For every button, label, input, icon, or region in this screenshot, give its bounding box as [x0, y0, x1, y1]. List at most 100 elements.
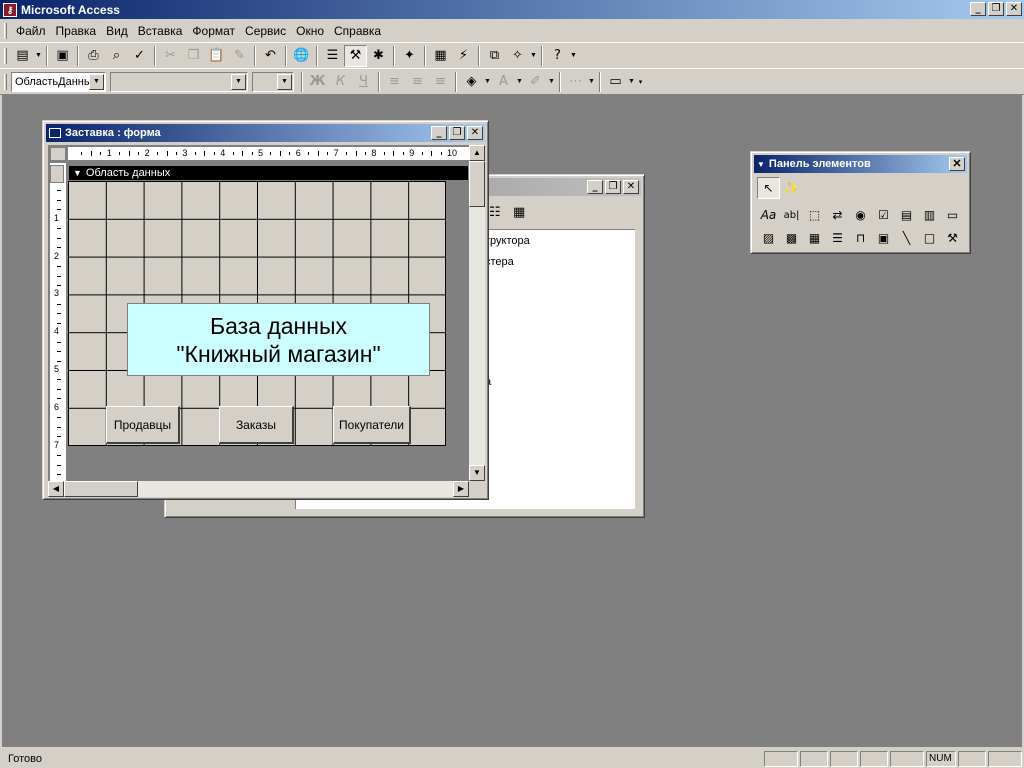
menu-insert[interactable]: Вставка [133, 24, 188, 38]
chevron-down-icon[interactable]: ▼ [89, 73, 104, 90]
autoformat-icon[interactable]: ✱ [367, 45, 390, 67]
option-group-icon[interactable]: ⬚ [803, 204, 826, 226]
special-effect-icon[interactable]: ▭ [604, 71, 627, 93]
help-icon[interactable]: ? [546, 45, 569, 67]
toolbar-options-icon[interactable]: ▾ [636, 78, 645, 86]
scroll-right-icon[interactable]: ▶ [453, 481, 469, 497]
database-window-icon[interactable]: ⧉ [483, 45, 506, 67]
copy-icon[interactable]: ❐ [182, 45, 205, 67]
details-view-icon[interactable]: ▦ [513, 205, 525, 220]
form-close-button[interactable]: ✕ [467, 126, 483, 140]
access-key-icon[interactable]: ⚷ [3, 2, 17, 17]
scroll-down-icon[interactable]: ▼ [469, 465, 485, 481]
object-combo[interactable]: ОбластьДанны ▼ [11, 71, 106, 92]
db-close-button[interactable]: ✕ [623, 180, 639, 194]
textbox-tool-icon[interactable]: ab| [780, 204, 803, 226]
option-button-icon[interactable]: ◉ [849, 204, 872, 226]
toolbar-grip[interactable] [4, 47, 7, 64]
form-design-window[interactable]: Заставка : форма _ ❐ ✕ 1 2 3 4 5 6 7 8 9 10 1 2 3 4 5… [42, 120, 489, 500]
scroll-up-icon[interactable]: ▲ [469, 145, 485, 161]
db-minimize-button[interactable]: _ [587, 180, 603, 194]
vertical-scroll-thumb[interactable] [469, 161, 485, 207]
spelling-icon[interactable]: ✓ [128, 45, 151, 67]
section-selector[interactable] [50, 165, 64, 183]
fill-color-dropdown-icon[interactable]: ▼ [483, 78, 492, 85]
form-minimize-button[interactable]: _ [431, 126, 447, 140]
vertical-scrollbar[interactable]: ▲ ▼ [469, 145, 485, 481]
field-list-icon[interactable]: ☰ [321, 45, 344, 67]
bound-object-icon[interactable]: ▦ [803, 227, 826, 249]
print-preview-icon[interactable]: ⌕ [105, 45, 128, 67]
customers-button[interactable]: Покупатели [333, 406, 411, 444]
subform-icon[interactable]: ▣ [872, 227, 895, 249]
tab-control-icon[interactable]: ⊓ [849, 227, 872, 249]
combo-box-icon[interactable]: ▤ [895, 204, 918, 226]
line-width-icon[interactable]: ⋯ [564, 71, 587, 93]
special-effect-dropdown-icon[interactable]: ▼ [627, 78, 636, 85]
detail-section-header[interactable]: ▼ Область данных [68, 165, 469, 181]
build-icon[interactable]: ⚡ [452, 45, 475, 67]
undo-icon[interactable]: ↶ [259, 45, 282, 67]
scroll-left-icon[interactable]: ◀ [48, 481, 64, 497]
format-painter-icon[interactable]: ✎ [228, 45, 251, 67]
vertical-ruler[interactable]: 1 2 3 4 5 6 7 [50, 163, 66, 481]
toolbox-close-button[interactable]: ✕ [949, 157, 965, 171]
check-box-icon[interactable]: ☑ [872, 204, 895, 226]
unbound-object-icon[interactable]: ▩ [780, 227, 803, 249]
help-dropdown-icon[interactable]: ▼ [569, 52, 578, 59]
list-view-icon[interactable]: ☷ [489, 205, 501, 220]
form-window-title-bar[interactable]: Заставка : форма _ ❐ ✕ [46, 124, 485, 142]
line-color-dropdown-icon[interactable]: ▼ [547, 78, 556, 85]
view-dropdown-icon[interactable]: ▼ [34, 52, 43, 59]
horizontal-scroll-thumb[interactable] [64, 481, 138, 497]
menu-format[interactable]: Формат [187, 24, 240, 38]
page-break-icon[interactable]: ☰ [826, 227, 849, 249]
align-center-icon[interactable]: ≡ [406, 71, 429, 93]
db-maximize-button[interactable]: ❐ [605, 180, 621, 194]
properties-icon[interactable]: ▦ [429, 45, 452, 67]
font-combo[interactable]: ▼ [110, 71, 248, 92]
toolbox-menu-icon[interactable]: ▼ [757, 160, 765, 169]
fill-color-icon[interactable]: ◈ [460, 71, 483, 93]
save-icon[interactable]: ▣ [51, 45, 74, 67]
menu-tools[interactable]: Сервис [240, 24, 291, 38]
app-minimize-button[interactable]: _ [970, 2, 986, 16]
bold-button[interactable]: Ж [306, 71, 329, 93]
app-restore-button[interactable]: ❐ [988, 2, 1004, 16]
detail-section-grid[interactable]: База данных "Книжный магазин" Продавцы З… [68, 181, 446, 446]
list-item[interactable]: труктора [485, 235, 530, 247]
rectangle-tool-icon[interactable]: □ [918, 227, 941, 249]
command-button-icon[interactable]: ▭ [941, 204, 964, 226]
menu-window[interactable]: Окно [291, 24, 329, 38]
code-icon[interactable]: ✦ [398, 45, 421, 67]
menu-file[interactable]: Файл [11, 24, 51, 38]
toolbox-window[interactable]: ▼ Панель элементов ✕ ↖ ✨ Aa ab| ⬚ ⇄ ◉ ☑ … [750, 151, 971, 254]
line-width-dropdown-icon[interactable]: ▼ [587, 78, 596, 85]
horizontal-scrollbar[interactable]: ◀ ▶ [48, 481, 469, 497]
paste-icon[interactable]: 📋 [205, 45, 228, 67]
font-color-dropdown-icon[interactable]: ▼ [515, 78, 524, 85]
image-tool-icon[interactable]: ▨ [757, 227, 780, 249]
new-object-icon[interactable]: ✧ [506, 45, 529, 67]
sellers-button[interactable]: Продавцы [106, 406, 180, 444]
app-close-button[interactable]: ✕ [1006, 2, 1022, 16]
toolbox-icon[interactable]: ⚒ [344, 44, 367, 67]
orders-button[interactable]: Заказы [219, 406, 294, 444]
line-tool-icon[interactable]: ╲ [895, 227, 918, 249]
horizontal-ruler[interactable]: 1 2 3 4 5 6 7 8 9 10 [68, 147, 469, 161]
italic-button[interactable]: К [329, 71, 352, 93]
print-icon[interactable]: ⎙ [82, 45, 105, 67]
font-color-icon[interactable]: A [492, 71, 515, 93]
form-maximize-button[interactable]: ❐ [449, 126, 465, 140]
toggle-button-icon[interactable]: ⇄ [826, 204, 849, 226]
toolbox-title-bar[interactable]: ▼ Панель элементов ✕ [754, 155, 967, 173]
font-size-combo[interactable]: ▼ [252, 71, 294, 92]
form-design-surface[interactable]: 1 2 3 4 5 6 7 8 9 10 1 2 3 4 5 6 7 ▼ Область данных Баз… [48, 145, 469, 481]
form-selector[interactable] [50, 147, 66, 161]
menu-help[interactable]: Справка [329, 24, 386, 38]
align-right-icon[interactable]: ≡ [429, 71, 452, 93]
menu-view[interactable]: Вид [101, 24, 133, 38]
control-wizards-icon[interactable]: ✨ [780, 177, 803, 199]
underline-button[interactable]: Ч [352, 71, 375, 93]
chevron-down-icon[interactable]: ▼ [277, 73, 292, 90]
